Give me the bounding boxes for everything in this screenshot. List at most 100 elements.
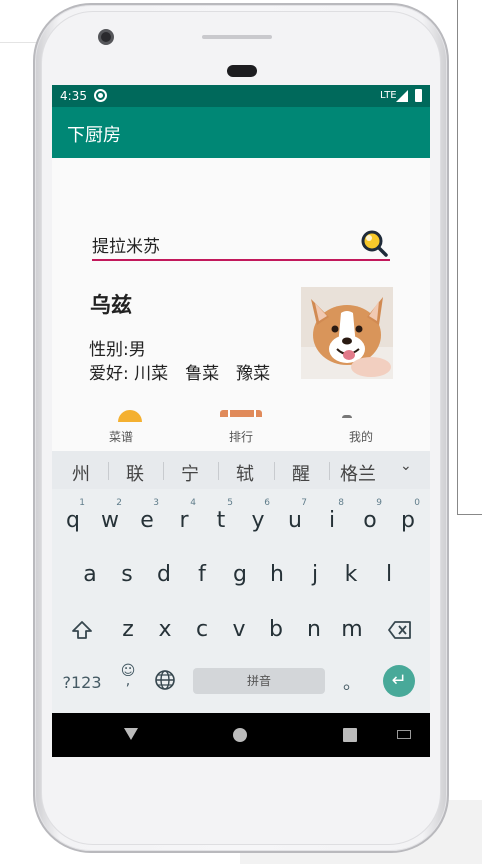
key-i[interactable]: i8 (314, 497, 350, 545)
keyboard-row-3: z x c v b n m (52, 606, 430, 654)
earpiece-speaker (227, 65, 257, 77)
keyboard-switch-icon[interactable] (397, 730, 411, 739)
desktop-side-panel (457, 0, 482, 515)
key-hint: 7 (301, 498, 307, 508)
user-hobbies: 爱好: 川菜 鲁菜 豫菜 (89, 364, 271, 384)
nav-label-mine: 我的 (348, 430, 373, 444)
key-d[interactable]: d (146, 551, 182, 599)
nav-label-ranking: 排行 (228, 430, 253, 444)
backspace-icon[interactable] (382, 606, 418, 654)
globe-icon[interactable] (153, 669, 177, 695)
key-w[interactable]: w2 (92, 497, 128, 545)
back-icon[interactable] (124, 728, 138, 740)
keyboard-row-2: a s d f g h j k l (52, 551, 430, 599)
candidate-divider (163, 462, 164, 480)
battery-icon (415, 89, 422, 102)
key-p[interactable]: p0 (390, 497, 426, 545)
avatar (301, 287, 393, 379)
app-bar: 下厨房 (52, 107, 430, 158)
bottom-navigation: 菜谱 排行 我的 (52, 405, 430, 451)
candidate-divider (329, 462, 330, 480)
space-key[interactable]: 拼音 (193, 668, 325, 694)
signal-icon (396, 90, 408, 102)
key-s[interactable]: s (109, 551, 145, 599)
candidate-item[interactable]: 轼 (220, 460, 270, 486)
shift-icon[interactable] (64, 606, 100, 654)
nav-item-mine[interactable]: 我的 (298, 405, 424, 451)
phone-screen: 4:35 LTE 下厨房 乌兹 性别:男 爱好: 川菜 鲁菜 豫菜 (52, 85, 430, 757)
candidate-item[interactable]: 格兰 (333, 460, 383, 486)
candidate-item[interactable]: 州 (56, 460, 106, 486)
user-name: 乌兹 (90, 293, 132, 317)
network-type: LTE (380, 90, 397, 101)
phone-top-edge (202, 35, 272, 39)
nav-item-ranking[interactable]: 排行 (178, 405, 304, 451)
front-camera (98, 29, 114, 45)
key-letter: r (179, 508, 189, 533)
sync-icon (94, 89, 107, 102)
key-r[interactable]: r4 (166, 497, 202, 545)
key-o[interactable]: o9 (352, 497, 388, 545)
enter-icon[interactable]: ↵ (383, 665, 415, 697)
key-letter: y (251, 508, 265, 533)
key-b[interactable]: b (258, 606, 294, 654)
key-letter: e (140, 508, 154, 533)
recent-apps-icon[interactable] (343, 728, 357, 742)
key-hint: 6 (264, 498, 270, 508)
candidate-divider (218, 462, 219, 480)
candidate-divider (274, 462, 275, 480)
key-z[interactable]: z (110, 606, 146, 654)
nav-item-recipes[interactable]: 菜谱 (58, 405, 184, 451)
key-hint: 5 (227, 498, 233, 508)
key-n[interactable]: n (296, 606, 332, 654)
key-letter: q (66, 508, 80, 533)
candidate-bar: 州 联 宁 轼 醒 格兰 ⌄ (52, 451, 430, 489)
symbols-key[interactable]: ?123 (60, 673, 104, 692)
key-l[interactable]: l (371, 551, 407, 599)
key-hint: 3 (153, 498, 159, 508)
key-k[interactable]: k (333, 551, 369, 599)
key-hint: 4 (190, 498, 196, 508)
soft-keyboard: 州 联 宁 轼 醒 格兰 ⌄ q1 w2 e3 r4 t5 y6 u7 i8 o… (52, 451, 430, 713)
candidate-item[interactable]: 醒 (276, 460, 326, 486)
key-hint: 0 (414, 498, 420, 508)
period-key[interactable]: 。 (342, 669, 362, 695)
comma-key[interactable]: , (120, 673, 136, 689)
key-j[interactable]: j (297, 551, 333, 599)
key-letter: u (288, 508, 302, 533)
key-letter: o (363, 508, 377, 533)
user-gender: 性别:男 (89, 340, 146, 360)
search-icon[interactable] (360, 229, 388, 257)
key-x[interactable]: x (147, 606, 183, 654)
status-time: 4:35 (60, 89, 87, 103)
key-g[interactable]: g (222, 551, 258, 599)
key-hint: 1 (79, 498, 85, 508)
key-y[interactable]: y6 (240, 497, 276, 545)
key-h[interactable]: h (259, 551, 295, 599)
home-icon[interactable] (233, 728, 247, 742)
system-navigation-bar (52, 713, 430, 757)
key-u[interactable]: u7 (277, 497, 313, 545)
key-v[interactable]: v (221, 606, 257, 654)
search-field (92, 229, 390, 261)
candidate-item[interactable]: 联 (110, 460, 160, 486)
key-m[interactable]: m (334, 606, 370, 654)
candidate-divider (108, 462, 109, 480)
key-t[interactable]: t5 (203, 497, 239, 545)
key-letter: w (101, 508, 119, 533)
key-letter: i (328, 508, 336, 533)
key-hint: 2 (116, 498, 122, 508)
key-a[interactable]: a (72, 551, 108, 599)
status-bar: 4:35 LTE (52, 85, 430, 107)
key-f[interactable]: f (184, 551, 220, 599)
keyboard-row-1: q1 w2 e3 r4 t5 y6 u7 i8 o9 p0 (52, 497, 430, 545)
key-q[interactable]: q1 (55, 497, 91, 545)
key-letter: t (216, 508, 226, 533)
key-e[interactable]: e3 (129, 497, 165, 545)
search-input[interactable] (92, 229, 342, 259)
candidate-item[interactable]: 宁 (165, 460, 215, 486)
nav-label-recipes: 菜谱 (108, 430, 133, 444)
key-hint: 8 (338, 498, 344, 508)
key-c[interactable]: c (184, 606, 220, 654)
chevron-down-icon[interactable]: ⌄ (400, 458, 412, 474)
